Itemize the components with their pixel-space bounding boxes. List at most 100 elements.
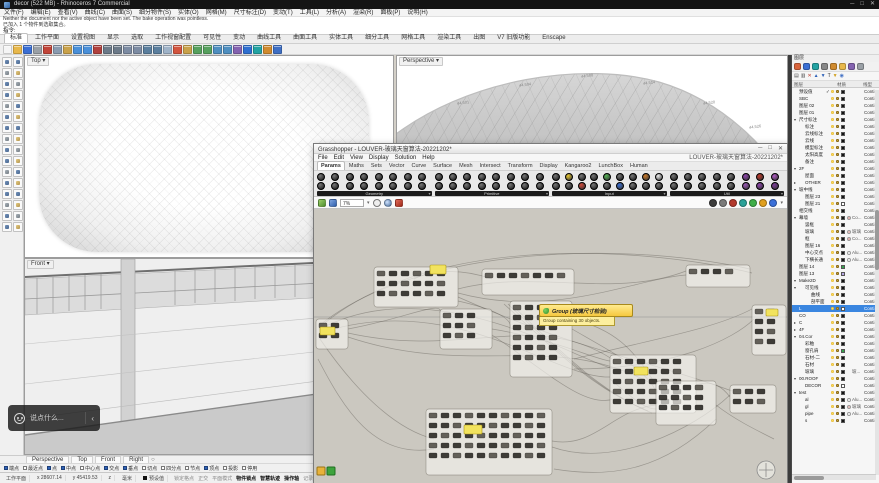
preview-dropdown-arrow[interactable]: ▾	[780, 200, 783, 206]
palette-group-label[interactable]: Util	[670, 191, 785, 196]
layer-visibility-lamp-icon[interactable]	[831, 188, 834, 191]
toolbar-tab[interactable]: 工作视窗配置	[150, 34, 196, 43]
grasshopper-title-bar[interactable]: Grasshopper - LOUVER-玻璃天窗算法-20221202* ─ …	[314, 144, 787, 154]
layer-color-swatch[interactable]	[841, 202, 845, 206]
component-icon[interactable]	[670, 173, 678, 181]
layer-lock-icon[interactable]	[836, 146, 839, 149]
component-icon[interactable]	[418, 173, 426, 181]
layer-lock-icon[interactable]	[836, 139, 839, 142]
chat-input-placeholder[interactable]: 说点什么...	[30, 413, 80, 423]
checkbox[interactable]	[161, 466, 165, 470]
panel-tab-icon[interactable]	[830, 63, 837, 70]
gh-menu-item[interactable]: Display	[369, 154, 389, 161]
layer-color-swatch[interactable]	[841, 286, 845, 290]
component-icon[interactable]	[771, 173, 779, 181]
toolbar-tab[interactable]: 网格工具	[396, 34, 430, 43]
layer-row[interactable]: 图层 16 ✓ Conti	[792, 242, 879, 249]
layer-visibility-lamp-icon[interactable]	[831, 356, 834, 359]
layer-visibility-lamp-icon[interactable]	[831, 97, 834, 100]
layer-color-swatch[interactable]	[841, 244, 845, 248]
layer-row[interactable]: gl ✓ 玻璃 Conti	[792, 403, 879, 410]
menu-item[interactable]: 细分物件(S)	[139, 9, 171, 16]
layer-row[interactable]: pipe ✓ Alu... Conti	[792, 410, 879, 417]
layer-visibility-lamp-icon[interactable]	[831, 279, 834, 282]
layer-lock-icon[interactable]	[836, 251, 839, 254]
gh-menu-item[interactable]: Help	[422, 154, 434, 161]
layer-color-swatch[interactable]	[841, 153, 845, 157]
layer-color-swatch[interactable]	[841, 279, 845, 283]
status-toggle[interactable]: 平面模式	[210, 475, 234, 482]
layer-color-swatch[interactable]	[841, 265, 845, 269]
component-icon[interactable]	[713, 182, 721, 190]
layers-horizontal-scrollbar[interactable]	[792, 474, 876, 480]
component-icon[interactable]	[492, 173, 500, 181]
layer-row[interactable]: 石材-二 ✓ Conti	[792, 354, 879, 361]
checkbox[interactable]	[185, 466, 189, 470]
layer-visibility-lamp-icon[interactable]	[831, 300, 834, 303]
layer-lock-icon[interactable]	[836, 398, 839, 401]
component-icon[interactable]	[590, 173, 598, 181]
layer-visibility-lamp-icon[interactable]	[831, 125, 834, 128]
toolbar-tab[interactable]: 选取	[126, 34, 148, 43]
layer-row[interactable]: 石材 ✓ Conti	[792, 361, 879, 368]
component-icon[interactable]	[756, 182, 764, 190]
component-icon[interactable]	[603, 173, 611, 181]
add-viewport-button[interactable]: ○	[151, 456, 155, 463]
osnap-toggle[interactable]: 最近点	[23, 465, 43, 472]
layer-color-swatch[interactable]	[841, 195, 845, 199]
current-layer-chip[interactable]: 预设值	[140, 475, 168, 482]
layer-row[interactable]: ▸ OTHER ✓ Conti	[792, 179, 879, 186]
component-icon[interactable]	[492, 182, 500, 190]
osnap-toggle[interactable]: 中心点	[80, 465, 100, 472]
component-icon[interactable]	[655, 182, 663, 190]
gh-category-tab[interactable]: Sets	[368, 162, 385, 171]
layer-lock-icon[interactable]	[836, 153, 839, 156]
layer-tool-icon[interactable]: ▼	[821, 73, 826, 79]
layer-row[interactable]: ▾ 玻中线 ✓ Conti	[792, 186, 879, 193]
layer-visibility-lamp-icon[interactable]	[831, 342, 834, 345]
layer-visibility-lamp-icon[interactable]	[831, 251, 834, 254]
side-tool-icon[interactable]	[2, 189, 12, 199]
layer-row[interactable]: ▾ 04.Cor ✓ Conti	[792, 333, 879, 340]
layer-visibility-lamp-icon[interactable]	[831, 286, 834, 289]
component-icon[interactable]	[578, 182, 586, 190]
panel-tab-icon[interactable]	[848, 63, 855, 70]
layer-row[interactable]: 图层 13 ✓ Conti	[792, 270, 879, 277]
layer-tool-icon[interactable]: ▲	[814, 73, 819, 79]
sketch-pen-icon[interactable]	[395, 199, 403, 207]
layer-visibility-lamp-icon[interactable]	[831, 363, 834, 366]
side-tool-icon[interactable]	[2, 101, 12, 111]
layer-color-swatch[interactable]	[841, 104, 845, 108]
layer-lock-icon[interactable]	[836, 202, 839, 205]
component-icon[interactable]	[346, 173, 354, 181]
gh-category-tab[interactable]: Surface	[430, 162, 455, 171]
gh-category-tab[interactable]: Params	[317, 161, 345, 171]
layer-lock-icon[interactable]	[836, 244, 839, 247]
layer-visibility-lamp-icon[interactable]	[831, 265, 834, 268]
layer-visibility-lamp-icon[interactable]	[831, 132, 834, 135]
zoom-extents-icon[interactable]	[373, 199, 381, 207]
gh-menu-item[interactable]: View	[350, 154, 363, 161]
layer-tool-icon[interactable]: ◉	[840, 73, 844, 79]
status-toggle[interactable]: 锁定格点	[172, 475, 196, 482]
toolbar-tab[interactable]: Enscape	[537, 34, 570, 43]
layer-color-swatch[interactable]	[841, 258, 845, 262]
layer-row[interactable]: 中心交点 ✓ Alu... Conti	[792, 249, 879, 256]
side-tool-icon[interactable]	[2, 211, 12, 221]
emoji-icon[interactable]	[14, 413, 25, 424]
layer-lock-icon[interactable]	[836, 377, 839, 380]
panel-tab-icon[interactable]	[839, 63, 846, 70]
layer-row[interactable]: ▾ 2F ✓ Conti	[792, 165, 879, 172]
layer-color-swatch[interactable]	[841, 223, 845, 227]
layer-lock-icon[interactable]	[836, 412, 839, 415]
layer-row[interactable]: ▸ C ✓ Conti	[792, 319, 879, 326]
toolbar-tab[interactable]: 曲面工具	[288, 34, 322, 43]
layer-lock-icon[interactable]	[836, 342, 839, 345]
side-tool-icon[interactable]	[2, 68, 12, 78]
save-document-icon[interactable]	[329, 199, 337, 207]
component-icon[interactable]	[317, 182, 325, 190]
layer-visibility-lamp-icon[interactable]	[831, 202, 834, 205]
toolbar-icon[interactable]	[153, 45, 162, 54]
layer-row[interactable]: ▾ 幕墙 ✓ Co... Conti	[792, 214, 879, 221]
layer-color-swatch[interactable]	[841, 328, 845, 332]
